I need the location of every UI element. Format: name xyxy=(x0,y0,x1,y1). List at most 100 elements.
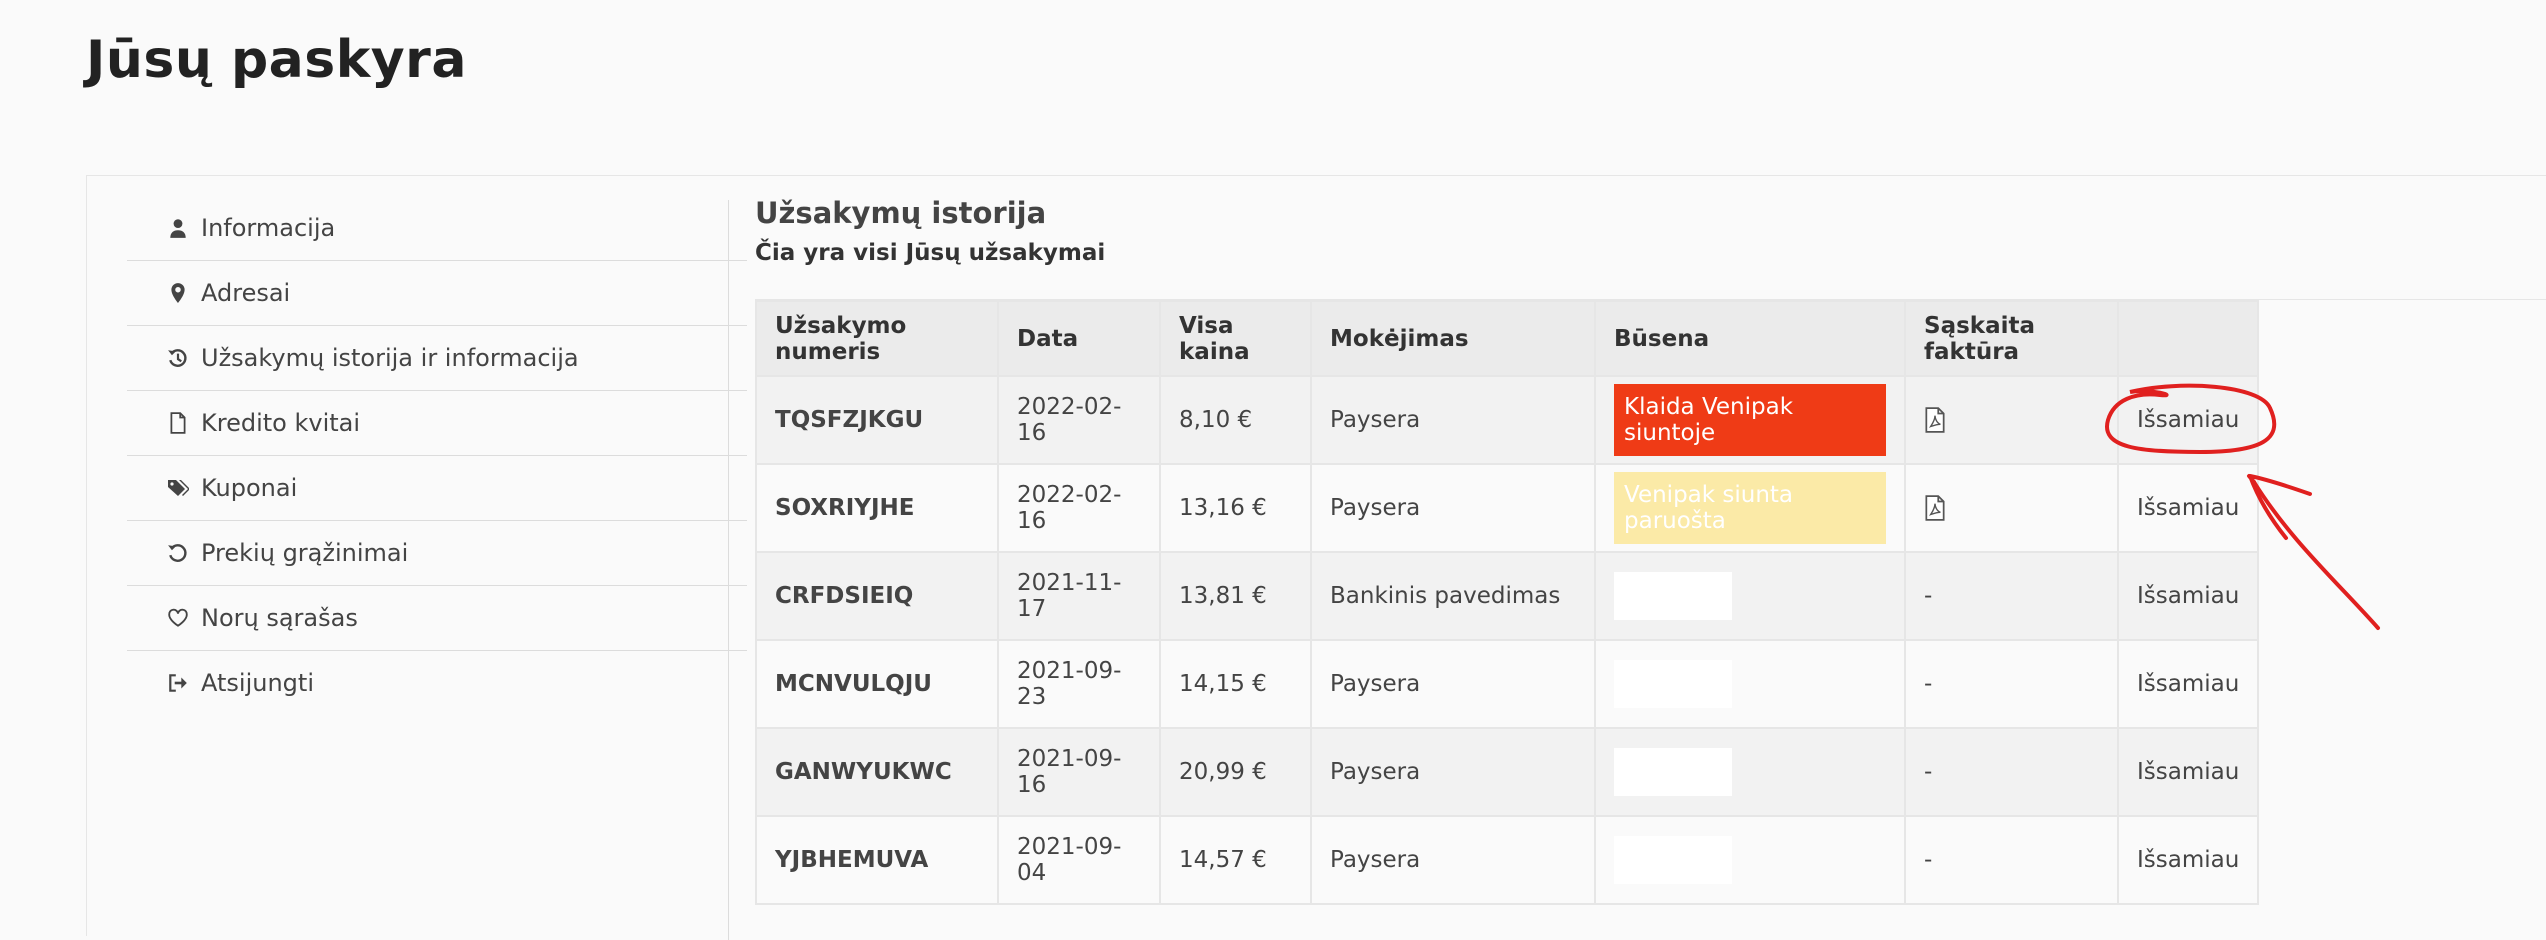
order-date: 2022-02-16 xyxy=(997,375,1161,465)
table-row: TQSFZJKGU 2022-02-16 8,10 € Paysera Klai… xyxy=(755,375,2260,465)
details-link[interactable]: Išsamiau xyxy=(2137,847,2239,873)
order-number: YJBHEMUVA xyxy=(755,815,999,905)
status-badge xyxy=(1614,572,1732,620)
order-total: 13,81 € xyxy=(1159,551,1312,641)
sidebar-divider xyxy=(728,200,729,940)
order-date: 2022-02-16 xyxy=(997,463,1161,553)
order-payment: Bankinis pavedimas xyxy=(1310,551,1596,641)
column-header-status: Būsena xyxy=(1594,300,1906,377)
order-history-header: Užsakymų istorija Čia yra visi Jūsų užsa… xyxy=(755,196,1105,266)
column-header-date: Data xyxy=(997,300,1161,377)
table-row: GANWYUKWC 2021-09-16 20,99 € Paysera - I… xyxy=(755,727,2260,817)
order-number: TQSFZJKGU xyxy=(755,375,999,465)
order-total: 8,10 € xyxy=(1159,375,1312,465)
order-payment: Paysera xyxy=(1310,463,1596,553)
order-invoice-cell xyxy=(1904,463,2119,553)
sidebar-item-credit-slips[interactable]: Kredito kvitai xyxy=(127,391,747,456)
section-title: Užsakymų istorija xyxy=(755,196,1047,230)
order-details-cell: Išsamiau xyxy=(2116,727,2260,817)
table-row: SOXRIYJHE 2022-02-16 13,16 € Paysera Ven… xyxy=(755,463,2260,553)
order-status-cell xyxy=(1594,551,1906,641)
status-badge: Venipak siunta paruošta xyxy=(1614,472,1886,544)
sidebar-item-returns[interactable]: Prekių grąžinimai xyxy=(127,521,747,586)
table-row: YJBHEMUVA 2021-09-04 14,57 € Paysera - I… xyxy=(755,815,2260,905)
sidebar-item-label: Kredito kvitai xyxy=(201,409,361,437)
document-icon xyxy=(167,412,189,434)
details-link[interactable]: Išsamiau xyxy=(2137,407,2239,433)
order-number: MCNVULQJU xyxy=(755,639,999,729)
table-row: MCNVULQJU 2021-09-23 14,15 € Paysera - I… xyxy=(755,639,2260,729)
status-badge: Klaida Venipak siuntoje xyxy=(1614,384,1886,456)
order-number: CRFDSIEIQ xyxy=(755,551,999,641)
table-header-row: Užsakymo numeris Data Visa kaina Mokėjim… xyxy=(755,300,2260,377)
details-link[interactable]: Išsamiau xyxy=(2137,495,2239,521)
order-date: 2021-09-04 xyxy=(997,815,1161,905)
sidebar-item-label: Norų sąrašas xyxy=(201,604,358,632)
sidebar-item-label: Informacija xyxy=(201,214,336,242)
order-invoice-cell: - xyxy=(1904,551,2119,641)
history-icon xyxy=(167,347,189,369)
orders-table: Užsakymo numeris Data Visa kaina Mokėjim… xyxy=(755,300,2260,905)
order-date: 2021-11-17 xyxy=(997,551,1161,641)
column-header-total: Visa kaina xyxy=(1159,300,1312,377)
order-date: 2021-09-23 xyxy=(997,639,1161,729)
sidebar-item-label: Atsijungti xyxy=(201,669,314,697)
sidebar-item-information[interactable]: Informacija xyxy=(127,196,747,261)
sidebar-item-addresses[interactable]: Adresai xyxy=(127,261,747,326)
order-details-cell: Išsamiau xyxy=(2116,463,2260,553)
order-total: 20,99 € xyxy=(1159,727,1312,817)
sidebar-item-label: Adresai xyxy=(201,279,291,307)
sidebar-item-label: Prekių grąžinimai xyxy=(201,539,409,567)
order-total: 14,15 € xyxy=(1159,639,1312,729)
sidebar-item-label: Kuponai xyxy=(201,474,298,502)
order-payment: Paysera xyxy=(1310,727,1596,817)
order-payment: Paysera xyxy=(1310,639,1596,729)
order-status-cell xyxy=(1594,639,1906,729)
column-header-payment: Mokėjimas xyxy=(1310,300,1596,377)
pdf-icon[interactable] xyxy=(1924,495,1946,522)
order-payment: Paysera xyxy=(1310,815,1596,905)
order-invoice-cell: - xyxy=(1904,727,2119,817)
details-link[interactable]: Išsamiau xyxy=(2137,583,2239,609)
order-number: GANWYUKWC xyxy=(755,727,999,817)
status-badge xyxy=(1614,660,1732,708)
sidebar-item-coupons[interactable]: Kuponai xyxy=(127,456,747,521)
table-row: CRFDSIEIQ 2021-11-17 13,81 € Bankinis pa… xyxy=(755,551,2260,641)
order-number: SOXRIYJHE xyxy=(755,463,999,553)
details-link[interactable]: Išsamiau xyxy=(2137,671,2239,697)
order-details-cell: Išsamiau xyxy=(2116,375,2260,465)
pdf-icon[interactable] xyxy=(1924,407,1946,434)
order-status-cell: Klaida Venipak siuntoje xyxy=(1594,375,1906,465)
order-details-cell: Išsamiau xyxy=(2116,551,2260,641)
order-invoice-cell: - xyxy=(1904,815,2119,905)
return-icon xyxy=(167,542,189,564)
order-total: 14,57 € xyxy=(1159,815,1312,905)
page-title: Jūsų paskyra xyxy=(86,30,467,90)
column-header-invoice: Sąskaita faktūra xyxy=(1904,300,2119,377)
status-badge xyxy=(1614,836,1732,884)
order-invoice-cell: - xyxy=(1904,639,2119,729)
order-details-cell: Išsamiau xyxy=(2116,815,2260,905)
sidebar-item-logout[interactable]: Atsijungti xyxy=(127,651,747,715)
heart-icon xyxy=(167,607,189,629)
order-total: 13,16 € xyxy=(1159,463,1312,553)
order-status-cell xyxy=(1594,815,1906,905)
sidebar-item-order-history[interactable]: Užsakymų istorija ir informacija xyxy=(127,326,747,391)
order-status-cell xyxy=(1594,727,1906,817)
order-details-cell: Išsamiau xyxy=(2116,639,2260,729)
order-date: 2021-09-16 xyxy=(997,727,1161,817)
order-invoice-cell xyxy=(1904,375,2119,465)
status-badge xyxy=(1614,748,1732,796)
sign-out-icon xyxy=(167,672,189,694)
account-sidebar: Informacija Adresai Užsakymų istorija ir… xyxy=(127,196,747,715)
sidebar-item-label: Užsakymų istorija ir informacija xyxy=(201,344,579,372)
sidebar-item-wishlist[interactable]: Norų sąrašas xyxy=(127,586,747,651)
tags-icon xyxy=(167,477,189,499)
map-pin-icon xyxy=(167,282,189,304)
order-status-cell: Venipak siunta paruošta xyxy=(1594,463,1906,553)
details-link[interactable]: Išsamiau xyxy=(2137,759,2239,785)
column-header-actions xyxy=(2116,300,2260,377)
order-payment: Paysera xyxy=(1310,375,1596,465)
column-header-order-number: Užsakymo numeris xyxy=(755,300,999,377)
user-icon xyxy=(167,217,189,239)
